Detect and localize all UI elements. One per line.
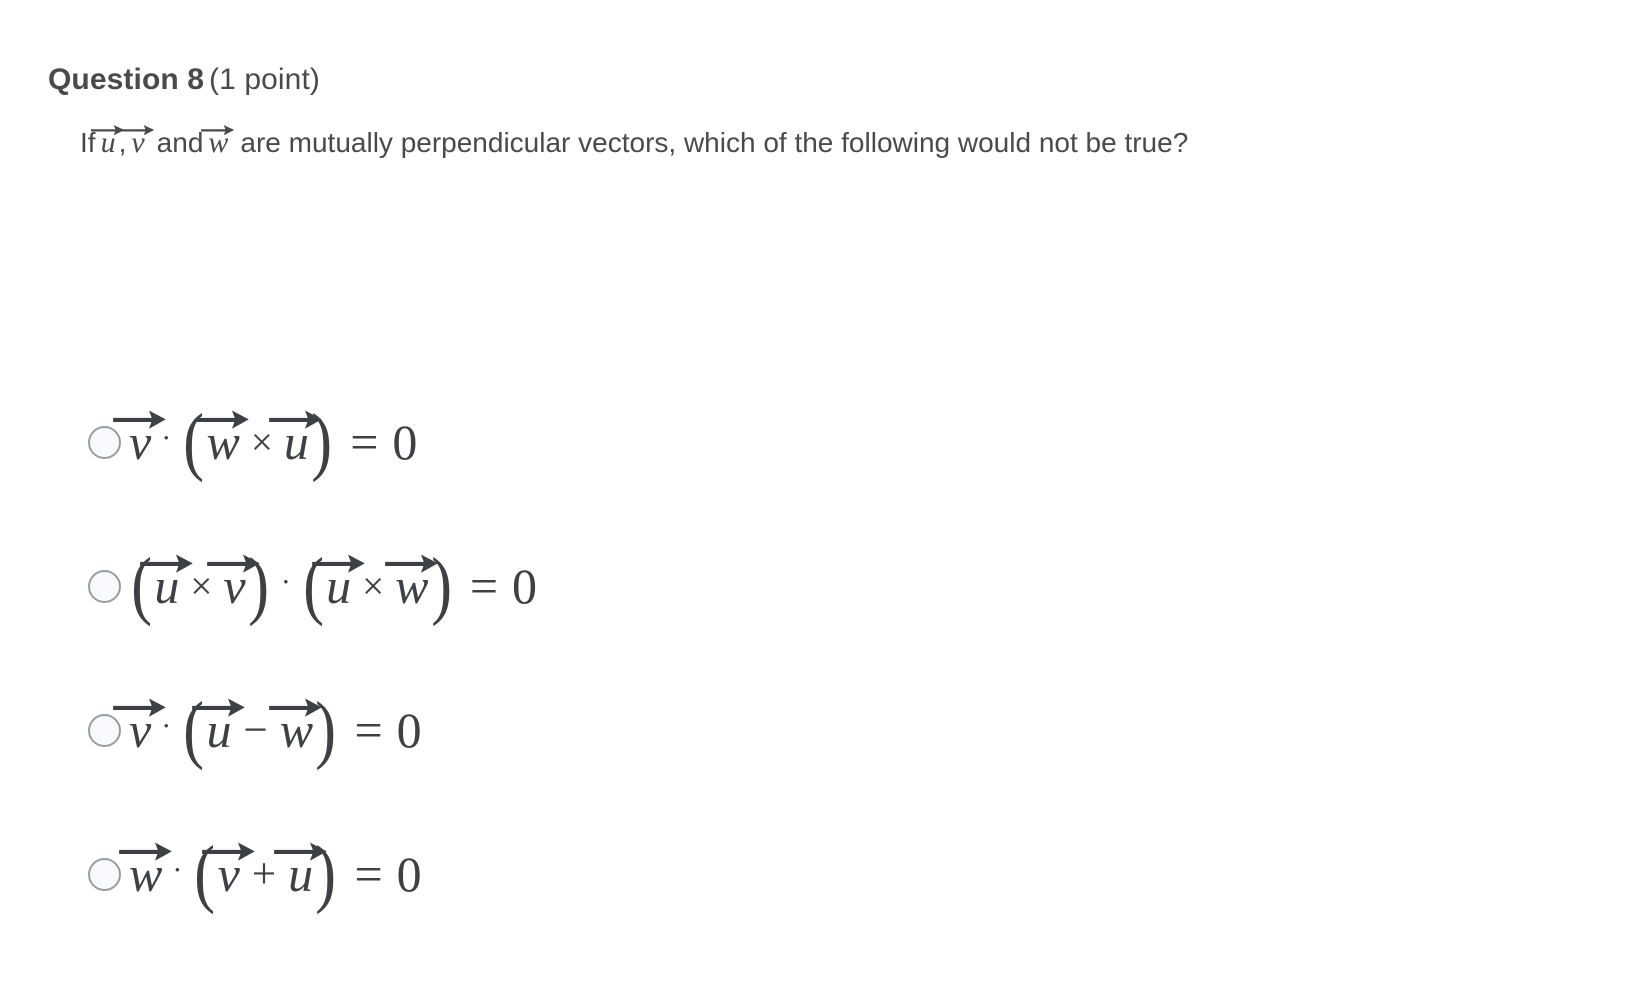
paren-close: ) [315,687,337,772]
vector-letter: v [131,126,145,159]
radio-button-option-b[interactable] [88,569,121,603]
math-operator: · [280,565,291,599]
question-title: Question 8 [48,63,205,96]
vector-letter: u [100,126,116,159]
vector-u: u [139,554,193,614]
math-operator: = [354,846,383,902]
vector-v: v [201,842,255,902]
math-number: 0 [392,414,418,470]
radio-button-option-d[interactable] [88,857,121,891]
prompt-rest: are mutually perpendicular vectors, whic… [240,127,1189,158]
question-container: Question 8 (1 point) If u, v and w are mutuall… [48,62,1594,165]
vector-w: w [118,842,172,902]
paren-close: ) [247,543,269,628]
vector-letter: w [206,414,240,470]
vector-letter: v [129,702,152,758]
radio-button-option-a[interactable] [88,425,121,459]
paren-close: ) [311,399,332,484]
math-number: 0 [396,702,422,758]
answer-option-row[interactable]: v · (u − w) = 0 [88,680,1488,780]
prompt-separator: , [118,127,127,158]
vector-u: u [273,842,327,902]
vector-u: u [311,554,365,614]
vector-w: w [196,410,249,470]
math-operator: · [172,853,183,887]
vector-letter: u [283,414,309,470]
paren-open: ( [183,399,205,484]
vector-v-inline: v [121,125,155,159]
answer-option-row[interactable]: w · (v + u) = 0 [88,824,1488,924]
vector-letter: w [129,846,163,902]
paren-open: ( [183,687,205,772]
vector-letter: u [326,558,352,614]
vector-letter: w [208,126,229,159]
vector-letter: v [217,846,240,902]
vector-letter: u [154,558,180,614]
prompt-and: and [156,127,204,158]
vector-v: v [207,554,261,614]
vector-w: w [269,698,323,758]
vector-v: v [113,698,166,758]
vector-w-inline: w [201,125,235,159]
math-operator: = [354,702,383,758]
question-points: (1 point) [209,63,320,96]
vector-letter: u [206,702,232,758]
vector-u: u [192,698,245,758]
answer-option-row[interactable]: (u × v) ·(u × w) = 0 [88,536,1488,636]
math-operator: + [251,850,277,898]
math-operator: − [243,706,268,754]
radio-button-option-c[interactable] [88,713,121,747]
vector-letter: w [395,558,429,614]
paren-open: ( [131,543,153,628]
vector-u: u [269,410,323,470]
answer-expression-c: v · (u − w) = 0 [113,687,422,772]
prompt-prefix: If [80,127,96,158]
math-number: 0 [512,558,538,614]
answer-expression-d: w · (v + u) = 0 [118,831,422,916]
math-operator: · [161,421,172,455]
answer-options-list: v ·(w × u) = 0 (u × v) ·(u × w) = 0 v ·(u − w) = 0 w ·(v + u… [88,392,1488,924]
math-operator: × [190,564,213,608]
vector-letter: u [288,846,314,902]
math-operator: = [350,414,379,470]
math-operator: × [250,420,273,464]
math-operator: · [161,709,172,743]
math-operator: = [469,558,499,614]
vector-letter: v [129,414,152,470]
answer-option-row[interactable]: v · (w × u) = 0 [88,392,1488,492]
vector-u-inline: u [91,125,125,159]
paren-close: ) [315,831,337,916]
math-number: 0 [396,846,422,902]
paren-open: ( [303,543,324,628]
question-prompt: If u, v and w are mutually perpendicular vect… [80,120,1460,165]
paren-open: ( [194,831,216,916]
vector-w: w [384,554,438,614]
math-operator: × [362,564,385,608]
answer-expression-b: (u × v) ·(u × w) = 0 [129,543,538,628]
question-header: Question 8 (1 point) [48,62,1594,98]
answer-expression-a: v · (w × u) = 0 [113,399,418,484]
vector-letter: w [279,702,314,758]
paren-close: ) [430,543,452,628]
vector-v: v [113,410,166,470]
vector-letter: v [223,558,246,614]
